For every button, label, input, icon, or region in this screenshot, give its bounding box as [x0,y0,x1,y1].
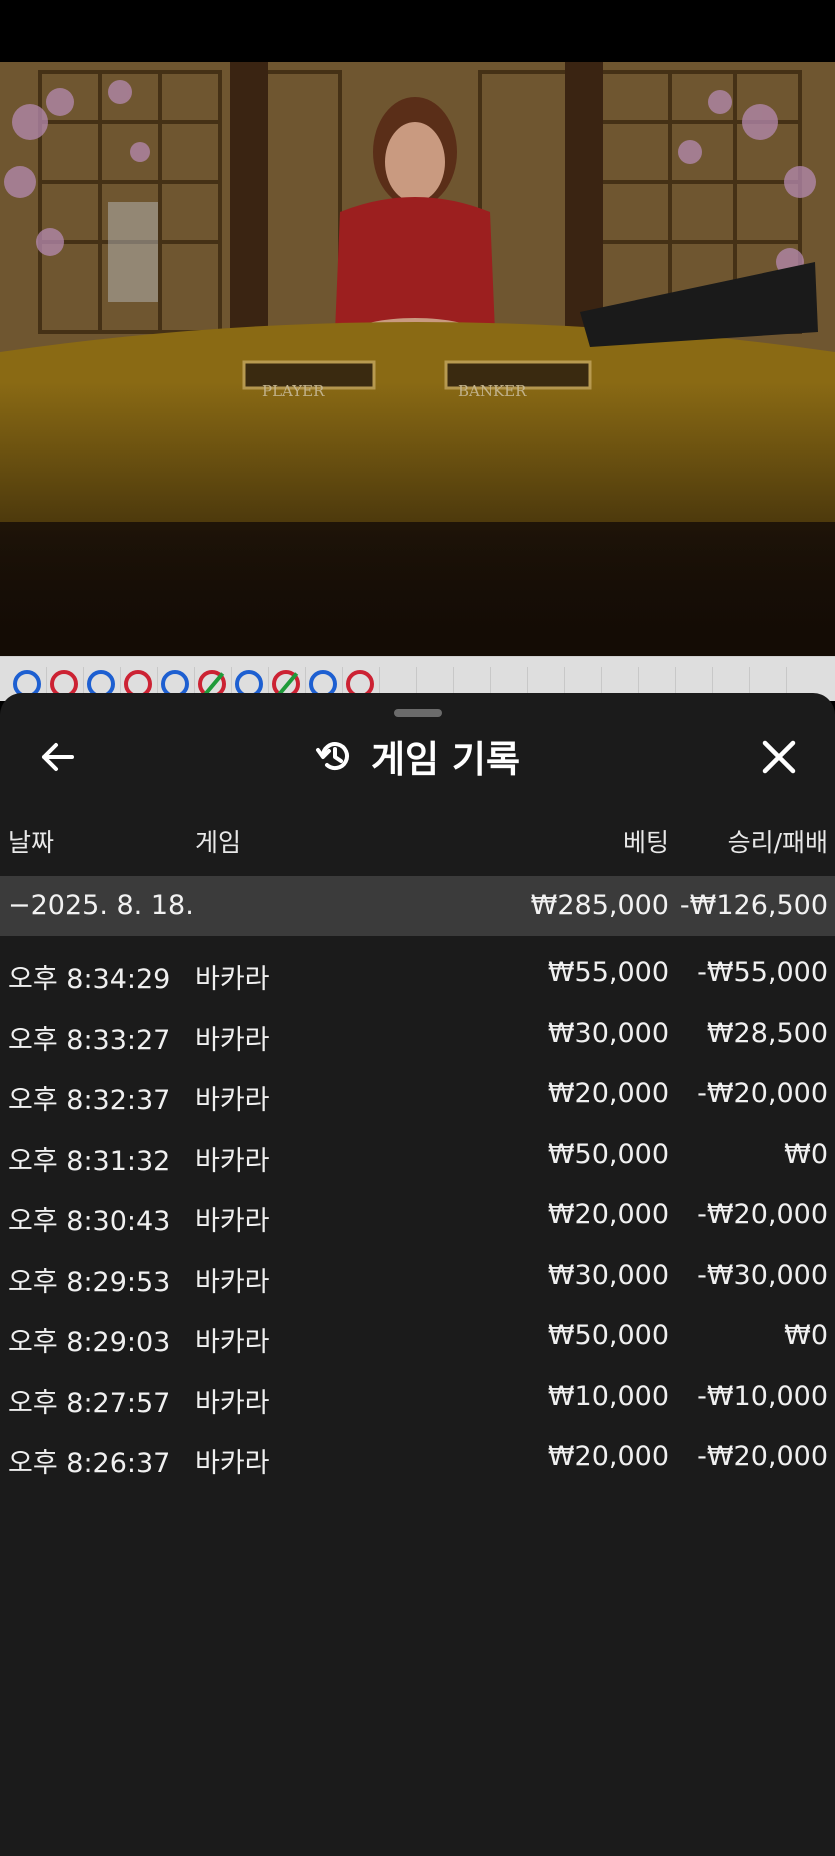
row-result: ₩0 [784,1320,828,1351]
summary-date: −2025. 8. 18. [8,890,194,921]
row-bet: ₩50,000 [547,1320,669,1351]
row-result: -₩10,000 [697,1380,828,1412]
row-time: 오후 8:30:43 [8,1206,171,1237]
column-date: 날짜 [8,828,55,857]
row-result: -₩20,000 [697,1078,828,1109]
row-time: 오후 8:29:03 [8,1327,171,1358]
history-row[interactable]: 오후 8:33:27 바카라 ₩30,000 ₩28,500 [0,1004,835,1065]
row-bet: ₩55,000 [547,957,669,988]
row-time: 오후 8:31:32 [8,1145,171,1177]
row-time: 오후 8:34:29 [8,964,171,995]
row-bet: ₩20,000 [547,1199,669,1230]
column-bet: 베팅 [622,828,669,857]
live-dealer-video: PLAYER BANKER [0,62,835,656]
sheet-header: 게임 기록 [0,723,835,789]
column-game: 게임 [195,828,242,857]
row-game: 바카라 [195,1024,270,1056]
row-time: 오후 8:26:37 [8,1448,171,1479]
row-time: 오후 8:33:27 [8,1024,171,1056]
column-headers: 날짜 게임 베팅 승리/패배 [0,823,835,863]
row-game: 바카라 [195,1327,270,1358]
row-game: 바카라 [195,1266,270,1298]
history-row[interactable]: 오후 8:27:57 바카라 ₩10,000 -₩10,000 [0,1367,835,1428]
close-icon [762,740,796,774]
row-time: 오후 8:27:57 [8,1387,171,1419]
row-result: ₩28,500 [706,1017,828,1049]
history-row[interactable]: 오후 8:30:43 바카라 ₩20,000 -₩20,000 [0,1185,835,1246]
row-game: 바카라 [195,1448,270,1479]
title-wrap: 게임 기록 [0,727,835,785]
row-game: 바카라 [195,964,270,995]
history-row[interactable]: 오후 8:34:29 바카라 ₩55,000 -₩55,000 [0,943,835,1004]
row-result: ₩0 [784,1138,828,1170]
status-bar [0,0,835,62]
row-time: 오후 8:32:37 [8,1085,171,1116]
history-list: 오후 8:34:29 바카라 ₩55,000 -₩55,000 오후 8:33:27 바카… [0,943,835,1488]
game-history-sheet: 게임 기록 날짜 게임 베팅 승리/패배 −2025. 8. 18. ₩285,… [0,693,835,1856]
row-game: 바카라 [195,1145,270,1177]
row-result: -₩55,000 [697,957,828,988]
row-game: 바카라 [195,1206,270,1237]
history-row[interactable]: 오후 8:29:03 바카라 ₩50,000 ₩0 [0,1306,835,1367]
row-bet: ₩10,000 [547,1380,669,1412]
row-result: -₩20,000 [697,1199,828,1230]
dealer-scene: PLAYER BANKER [0,62,835,656]
history-row[interactable]: 오후 8:32:37 바카라 ₩20,000 -₩20,000 [0,1064,835,1125]
row-time: 오후 8:29:53 [8,1266,171,1298]
row-bet: ₩30,000 [547,1017,669,1049]
history-row[interactable]: 오후 8:29:53 바카라 ₩30,000 -₩30,000 [0,1246,835,1307]
row-result: -₩20,000 [697,1441,828,1472]
close-button[interactable] [755,733,803,781]
row-game: 바카라 [195,1085,270,1116]
summary-bet: ₩285,000 [530,890,669,921]
row-bet: ₩20,000 [547,1078,669,1109]
row-result: -₩30,000 [697,1259,828,1291]
history-row[interactable]: 오후 8:26:37 바카라 ₩20,000 -₩20,000 [0,1427,835,1488]
date-group-summary[interactable]: −2025. 8. 18. ₩285,000 -₩126,500 [0,876,835,936]
page-title: 게임 기록 [370,738,521,781]
column-result: 승리/패배 [727,828,828,857]
sheet-drag-handle[interactable] [394,709,442,717]
row-game: 바카라 [195,1387,270,1419]
row-bet: ₩30,000 [547,1259,669,1291]
summary-result: -₩126,500 [679,890,828,921]
history-icon [315,742,349,771]
row-bet: ₩50,000 [547,1138,669,1170]
history-row[interactable]: 오후 8:31:32 바카라 ₩50,000 ₩0 [0,1125,835,1186]
row-bet: ₩20,000 [547,1441,669,1472]
